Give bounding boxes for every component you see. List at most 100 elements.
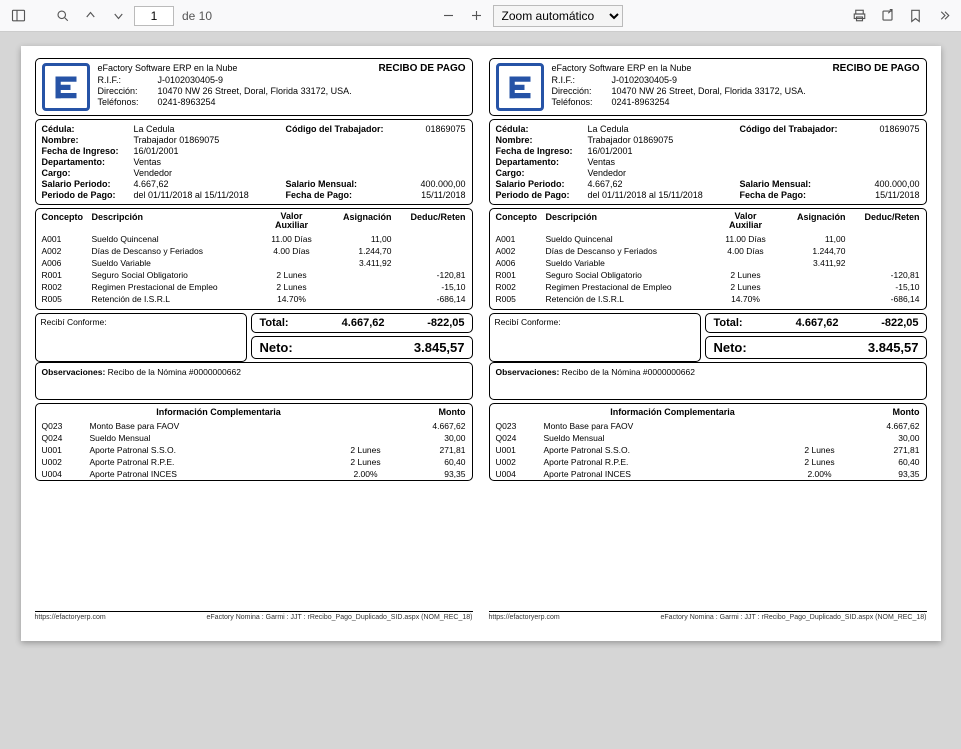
comp-code: U001 (42, 445, 90, 455)
total-label: Total: (259, 317, 304, 329)
tools-icon[interactable] (931, 4, 955, 28)
concept-valaux: 2 Lunes (716, 282, 776, 292)
page-number-input[interactable] (134, 6, 174, 26)
concept-deduc (848, 234, 920, 244)
fechapago-value: 15/11/2018 (850, 190, 920, 200)
rif-label: R.I.F.: (98, 75, 158, 85)
salper-value: 4.667,62 (588, 179, 740, 189)
concept-row: R002 Regimen Prestacional de Empleo 2 Lu… (490, 281, 926, 293)
comp-desc: Sueldo Mensual (90, 433, 336, 443)
tel-value: 0241-8963254 (612, 97, 920, 107)
zoom-out-icon[interactable] (437, 4, 461, 28)
cedula-label: Cédula: (496, 124, 588, 134)
comp-title: Información Complementaria (496, 407, 850, 417)
concept-deduc (394, 258, 466, 268)
prev-page-icon[interactable] (78, 4, 102, 28)
neto-value: 3.845,57 (816, 340, 919, 355)
comp-row: U004 Aporte Patronal INCES 2.00% 93,35 (36, 468, 472, 480)
zoom-select[interactable]: Zoom automático (493, 5, 623, 27)
obs-label: Observaciones: (42, 367, 106, 377)
neto-label: Neto: (713, 340, 816, 355)
col-valaux: ValorAuxiliar (262, 212, 322, 230)
search-icon[interactable] (50, 4, 74, 28)
comp-row: U002 Aporte Patronal R.P.E. 2 Lunes 60,4… (36, 456, 472, 468)
comp-valaux: 2 Lunes (336, 445, 396, 455)
concept-asig: 3.411,92 (324, 258, 392, 268)
concept-asig (324, 270, 392, 280)
concept-asig (778, 294, 846, 304)
pdf-page: eFactory Software ERP en la Nube RECIBO … (21, 46, 941, 641)
periodo-label: Periodo de Pago: (42, 190, 134, 200)
codigo-value: 01869075 (396, 124, 466, 134)
comp-valaux: 2 Lunes (336, 457, 396, 467)
comp-valaux: 2 Lunes (790, 445, 850, 455)
salper-label: Salario Periodo: (496, 179, 588, 189)
items-box: Concepto Descripción ValorAuxiliar Asign… (489, 208, 927, 310)
download-icon[interactable] (875, 4, 899, 28)
comp-desc: Monto Base para FAOV (544, 421, 790, 431)
comp-code: Q023 (496, 421, 544, 431)
comp-monto: 93,35 (396, 469, 466, 479)
concept-deduc: -120,81 (848, 270, 920, 280)
concept-code: R002 (496, 282, 544, 292)
ingreso-value: 16/01/2001 (588, 146, 920, 156)
comp-monto: 4.667,62 (396, 421, 466, 431)
neto-label: Neto: (259, 340, 362, 355)
periodo-value: del 01/11/2018 al 15/11/2018 (588, 190, 740, 200)
salmen-label: Salario Mensual: (740, 179, 850, 189)
company-logo (496, 63, 544, 111)
comp-monto: 271,81 (850, 445, 920, 455)
col-concepto: Concepto (496, 212, 544, 230)
receipt-left: eFactory Software ERP en la Nube RECIBO … (35, 58, 473, 621)
obs-text: Recibo de la Nómina #0000000662 (108, 367, 241, 377)
next-page-icon[interactable] (106, 4, 130, 28)
comp-code: U001 (496, 445, 544, 455)
comp-valaux (790, 421, 850, 431)
tel-label: Teléfonos: (98, 97, 158, 107)
comp-desc: Monto Base para FAOV (90, 421, 336, 431)
concept-desc: Sueldo Variable (546, 258, 714, 268)
comp-desc: Aporte Patronal INCES (90, 469, 336, 479)
comp-header: Información ComplementariaMonto (490, 404, 926, 420)
concept-code: A001 (42, 234, 90, 244)
obs-box: Observaciones: Recibo de la Nómina #0000… (489, 362, 927, 400)
comp-monto: 4.667,62 (850, 421, 920, 431)
footer-line: https://efactoryerp.com eFactory Nomina … (489, 611, 927, 621)
footer-meta: eFactory Nomina : Garmi : JJT : rRecibo_… (661, 614, 927, 621)
bookmark-icon[interactable] (903, 4, 927, 28)
comp-monto: 30,00 (396, 433, 466, 443)
comp-monto: 60,40 (850, 457, 920, 467)
concept-row: R005 Retención de I.S.R.L 14.70% -686,14 (36, 293, 472, 305)
comp-code: Q024 (42, 433, 90, 443)
zoom-in-icon[interactable] (465, 4, 489, 28)
concept-deduc: -15,10 (394, 282, 466, 292)
comp-code: U002 (496, 457, 544, 467)
ingreso-label: Fecha de Ingreso: (42, 146, 134, 156)
header-box: eFactory Software ERP en la Nube RECIBO … (35, 58, 473, 116)
salmen-value: 400.000,00 (396, 179, 466, 189)
comp-desc: Aporte Patronal S.S.O. (90, 445, 336, 455)
dir-label: Dirección: (552, 86, 612, 96)
total-line: Total:4.667,62-822,05 (251, 313, 472, 333)
footer-line: https://efactoryerp.com eFactory Nomina … (35, 611, 473, 621)
comp-row: Q024 Sueldo Mensual 30,00 (490, 432, 926, 444)
concept-deduc (848, 246, 920, 256)
obs-box: Observaciones: Recibo de la Nómina #0000… (35, 362, 473, 400)
pdf-viewer[interactable]: eFactory Software ERP en la Nube RECIBO … (0, 32, 961, 749)
print-icon[interactable] (847, 4, 871, 28)
header-box: eFactory Software ERP en la Nube RECIBO … (489, 58, 927, 116)
concept-asig: 11,00 (778, 234, 846, 244)
rif-value: J-0102030405-9 (612, 75, 920, 85)
comp-row: U001 Aporte Patronal S.S.O. 2 Lunes 271,… (36, 444, 472, 456)
sidebar-toggle-icon[interactable] (6, 4, 30, 28)
total-deduc: -822,05 (385, 317, 465, 329)
salmen-value: 400.000,00 (850, 179, 920, 189)
salper-value: 4.667,62 (134, 179, 286, 189)
footer-meta: eFactory Nomina : Garmi : JJT : rRecibo_… (207, 614, 473, 621)
periodo-label: Periodo de Pago: (496, 190, 588, 200)
concept-deduc (394, 234, 466, 244)
comp-row: U001 Aporte Patronal S.S.O. 2 Lunes 271,… (490, 444, 926, 456)
concept-code: A006 (42, 258, 90, 268)
comp-valaux: 2.00% (790, 469, 850, 479)
employee-box: Cédula:La CedulaCódigo del Trabajador:01… (489, 119, 927, 205)
